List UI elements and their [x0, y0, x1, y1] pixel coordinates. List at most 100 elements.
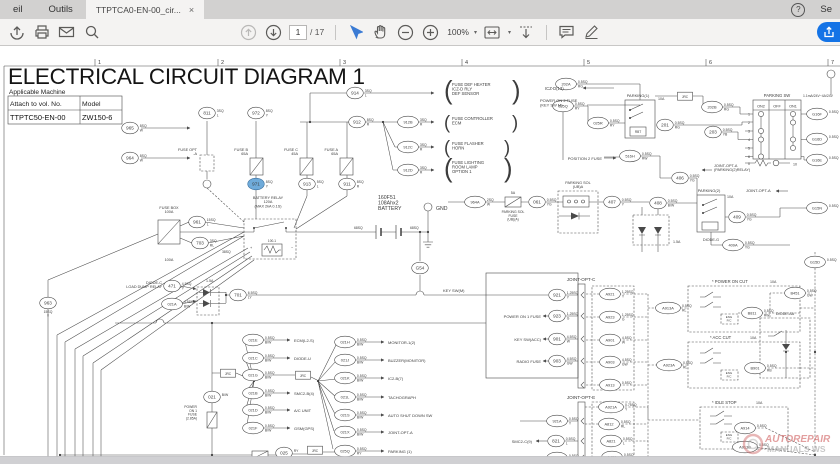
svg-text:B/W: B/W	[357, 398, 364, 402]
next-page-button[interactable]	[261, 22, 286, 42]
svg-text:923: 923	[553, 314, 561, 319]
svg-text:): )	[512, 77, 521, 105]
svg-text:0.5SQ: 0.5SQ	[357, 356, 367, 360]
ref-A921: A9211.25SQY	[600, 288, 634, 300]
fill-sign-button[interactable]	[579, 22, 604, 42]
svg-text:G15D: G15D	[810, 260, 820, 265]
svg-text:YG: YG	[745, 246, 750, 250]
svg-text:021S: 021S	[340, 413, 349, 418]
svg-text:ICZ-D(13): ICZ-D(13)	[545, 86, 564, 91]
diagram-label: PARKING(1)	[627, 93, 650, 98]
print-button[interactable]	[29, 22, 54, 42]
zoom-dropdown-caret-icon[interactable]: ▾	[474, 29, 477, 36]
diagram-label: DIODE-U	[294, 356, 311, 361]
svg-text:1: 1	[98, 60, 101, 66]
diagram-label: FUSE OPT-A	[178, 148, 198, 156]
close-tab-icon[interactable]: ×	[189, 5, 194, 15]
svg-text:8SQ: 8SQ	[266, 109, 273, 113]
svg-text:R: R	[420, 123, 423, 127]
svg-text:203: 203	[709, 130, 717, 135]
diagram-label: ENGF/C	[726, 315, 733, 322]
page-number-input[interactable]: 1	[289, 25, 307, 40]
zoom-level-value[interactable]: 100%	[447, 27, 469, 37]
fit-dropdown-caret-icon[interactable]: ▾	[508, 29, 511, 36]
diagram-label: 100A	[165, 258, 174, 262]
svg-text:A812: A812	[604, 422, 613, 427]
zoom-in-button[interactable]	[418, 22, 443, 42]
email-button[interactable]	[54, 22, 79, 42]
svg-text:0.5SQ: 0.5SQ	[265, 336, 275, 340]
diagram-label: JRC	[221, 369, 236, 377]
share-button[interactable]	[817, 22, 840, 42]
diagram-label: 10A	[658, 97, 665, 101]
svg-text:Y: Y	[182, 287, 185, 291]
zoom-out-button[interactable]	[393, 22, 418, 42]
tab-tools[interactable]: Outils	[36, 4, 86, 15]
svg-text:0.5SQ: 0.5SQ	[621, 420, 631, 424]
ruler-zone: 5	[584, 59, 590, 66]
svg-text:1.25SQ: 1.25SQ	[622, 313, 634, 317]
svg-text:B/W: B/W	[357, 433, 364, 437]
svg-text:0.5SQ: 0.5SQ	[610, 119, 620, 123]
diagram-label: JOINT-OPT-A	[388, 430, 413, 435]
help-icon[interactable]: ?	[791, 3, 805, 17]
svg-text:RL: RL	[621, 425, 625, 429]
svg-text:DIODE-AA: DIODE-AA	[776, 312, 795, 316]
svg-text:972: 972	[252, 111, 260, 116]
svg-text:): )	[504, 155, 513, 183]
svg-text:4.5SQ: 4.5SQ	[567, 357, 577, 361]
tab-home[interactable]: eil	[0, 4, 36, 15]
search-button[interactable]	[79, 22, 104, 42]
svg-text:R: R	[357, 185, 360, 189]
svg-text:4: 4	[748, 138, 750, 142]
ref-021: 021B/W	[204, 391, 229, 403]
scroll-mode-button[interactable]	[514, 22, 539, 42]
diagram-label: 10A	[727, 195, 734, 199]
svg-text:021H: 021H	[340, 340, 349, 345]
svg-text:RY: RY	[610, 124, 615, 128]
toolbar-divider	[546, 25, 547, 40]
svg-text:021J: 021J	[341, 358, 349, 363]
svg-text:RADIO FUSE: RADIO FUSE	[517, 359, 542, 364]
save-button[interactable]	[4, 22, 29, 42]
svg-text:0.5SQ: 0.5SQ	[827, 258, 837, 262]
info-col2-header: Model	[82, 101, 101, 108]
svg-text:RG: RG	[724, 108, 729, 112]
ref-901: 9014.5SQW	[549, 333, 577, 345]
diagram-label: KEY SW(ACC)	[514, 337, 541, 342]
ref-408: 4080.5SQB/W	[650, 197, 678, 209]
svg-text:JRC: JRC	[312, 449, 319, 453]
ref-409: 4090.5SQYG	[729, 211, 757, 223]
ref-G16E: G16E0.5SQ	[807, 154, 839, 166]
document-viewport[interactable]: ELECTRICAL CIRCUIT DIAGRAM 1 Applicable …	[0, 46, 840, 464]
svg-text:FUSE C45A: FUSE C45A	[284, 148, 298, 156]
svg-text:6: 6	[709, 60, 712, 66]
fit-width-button[interactable]	[480, 22, 505, 42]
sign-in-link[interactable]: Se	[820, 4, 832, 15]
info-col1-value: TTPTC50-EN-00	[10, 113, 65, 122]
svg-text:921: 921	[553, 293, 561, 298]
svg-text:Y: Y	[266, 185, 269, 189]
svg-text:W: W	[487, 203, 491, 207]
previous-page-button[interactable]	[236, 22, 261, 42]
svg-text:B/W: B/W	[222, 393, 229, 397]
svg-text:POWERON 1FUSE(2.85A): POWERON 1FUSE(2.85A)	[184, 405, 198, 420]
svg-text:6.5SQ: 6.5SQ	[248, 291, 258, 295]
svg-text:RL: RL	[682, 309, 686, 313]
hand-tool-button[interactable]	[368, 22, 393, 42]
component-labels: FUSE DEF HEATERICZ-D RLYDEF SENSOR()FUSE…	[126, 77, 794, 454]
diagram-label: −	[291, 246, 294, 250]
comment-button[interactable]	[554, 22, 579, 42]
ref-202B: 202B0.5SQRG	[702, 101, 734, 113]
diagram-label: DIODE-AA	[776, 312, 795, 316]
svg-text:8SQ: 8SQ	[140, 124, 147, 128]
svg-text:ECM(L2-S): ECM(L2-S)	[294, 338, 315, 343]
ref-021S: 021S0.5SQB/W	[335, 409, 367, 421]
svg-text:8SQ: 8SQ	[357, 180, 364, 184]
document-tab[interactable]: TTPTCA0-EN-00_cir... ×	[86, 0, 204, 19]
upload-icon	[9, 24, 25, 40]
svg-text:100-1: 100-1	[268, 239, 276, 243]
ref-A923A: A923A0.5SQRL	[657, 359, 693, 371]
select-tool-button[interactable]	[343, 22, 368, 42]
toolbar-divider	[335, 25, 336, 40]
